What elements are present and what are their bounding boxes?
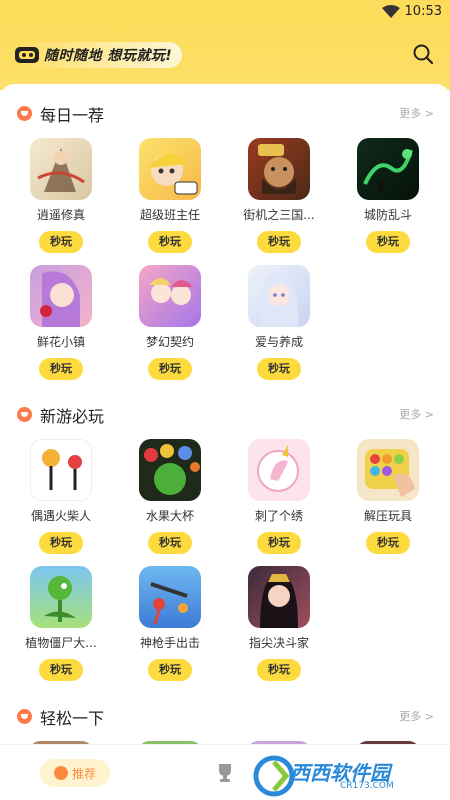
game-name: 指尖决斗家 [248,636,309,650]
status-bar: 10:53 [0,0,450,26]
play-button[interactable]: 秒玩 [148,358,192,380]
play-button[interactable]: 秒玩 [366,532,410,554]
play-button[interactable]: 秒玩 [257,532,301,554]
game-name: 鲜花小镇 [36,335,85,349]
recommend-icon [54,766,68,780]
game-icon[interactable] [139,265,201,327]
play-button[interactable]: 秒玩 [257,231,301,253]
tab-recommend-label: 推荐 [72,767,97,781]
game-card[interactable]: 刺了个绣 秒玩 [229,439,329,554]
search-icon[interactable] [412,43,434,65]
game-card[interactable]: 超级班主任 秒玩 [120,138,220,253]
game-icon[interactable] [139,439,201,501]
more-link[interactable]: 更多 > [399,406,434,422]
game-icon[interactable] [357,138,419,200]
game-icon[interactable] [248,566,310,628]
game-name: 植物僵尸大... [25,636,97,650]
heart-icon [17,407,32,422]
game-card[interactable]: 街机之三国... 秒玩 [229,138,329,253]
section-title: 轻松一下 [40,709,105,728]
game-card[interactable]: 城防乱斗 秒玩 [338,138,438,253]
section-title: 每日一荐 [40,106,105,125]
play-button[interactable]: 秒玩 [257,358,301,380]
play-button[interactable]: 秒玩 [257,659,301,681]
more-link[interactable]: 更多 > [399,105,434,121]
game-name: 城防乱斗 [363,208,412,222]
heart-icon [17,709,32,724]
game-card[interactable]: 逍遥修真 秒玩 [11,138,111,253]
more-link[interactable]: 更多 > [399,708,434,724]
game-name: 刺了个绣 [254,509,303,523]
play-button[interactable]: 秒玩 [39,231,83,253]
play-button[interactable]: 秒玩 [148,659,192,681]
game-icon[interactable] [30,439,92,501]
section-header: 轻松一下 更多 > [0,695,450,735]
game-name: 水果大杯 [145,509,194,523]
game-name: 超级班主任 [139,208,200,222]
app-slogan: 随时随地 想玩就玩! [44,48,173,64]
wifi-icon [382,5,400,18]
section-header: 新游必玩 更多 > [0,393,450,433]
app-header: 随时随地 想玩就玩! [0,26,450,90]
play-button[interactable]: 秒玩 [39,532,83,554]
game-name: 神枪手出击 [139,636,200,650]
game-name: 街机之三国... [243,208,315,222]
section-relax: 轻松一下 更多 > [0,695,450,744]
play-button[interactable]: 秒玩 [366,231,410,253]
play-button[interactable]: 秒玩 [148,231,192,253]
tab-recommend[interactable]: 推荐 [40,759,110,787]
game-card[interactable]: 偶遇火柴人 秒玩 [11,439,111,554]
app-logo-icon [15,47,39,63]
section-header: 每日一荐 更多 > [0,92,450,132]
section-new-games: 新游必玩 更多 > 偶遇火柴人 秒玩 水果大杯 秒玩 刺了个绣 秒玩 解压玩具 … [0,393,450,681]
game-card[interactable]: 鲜花小镇 秒玩 [11,265,111,380]
game-icon[interactable] [139,138,201,200]
game-name: 爱与养成 [254,335,303,349]
game-icon[interactable] [30,265,92,327]
main-content[interactable]: 每日一荐 更多 > 逍遥修真 秒玩 超级班主任 秒玩 街机之三国... 秒玩 城… [0,84,450,744]
game-card[interactable]: 解压玩具 秒玩 [338,439,438,554]
game-card[interactable]: 神枪手出击 秒玩 [120,566,220,681]
game-card[interactable]: 梦幻契约 秒玩 [120,265,220,380]
game-name: 解压玩具 [363,509,412,523]
game-name: 偶遇火柴人 [30,509,91,523]
game-card[interactable]: 指尖决斗家 秒玩 [229,566,329,681]
game-card[interactable]: 爱与养成 秒玩 [229,265,329,380]
game-icon[interactable] [30,138,92,200]
play-button[interactable]: 秒玩 [148,532,192,554]
watermark-subtext: CR173.COM [340,781,394,791]
trophy-icon[interactable] [216,763,234,783]
game-icon[interactable] [139,566,201,628]
status-time: 10:53 [404,4,442,19]
section-title: 新游必玩 [40,407,105,426]
play-button[interactable]: 秒玩 [39,358,83,380]
game-name: 逍遥修真 [36,208,85,222]
game-card[interactable]: 植物僵尸大... 秒玩 [11,566,111,681]
section-daily-pick: 每日一荐 更多 > 逍遥修真 秒玩 超级班主任 秒玩 街机之三国... 秒玩 城… [0,92,450,380]
game-icon[interactable] [30,566,92,628]
game-name: 梦幻契约 [145,335,194,349]
heart-icon [17,106,32,121]
game-icon[interactable] [357,439,419,501]
game-icon[interactable] [248,265,310,327]
game-icon[interactable] [248,138,310,200]
game-icon[interactable] [248,439,310,501]
play-button[interactable]: 秒玩 [39,659,83,681]
game-card[interactable]: 水果大杯 秒玩 [120,439,220,554]
